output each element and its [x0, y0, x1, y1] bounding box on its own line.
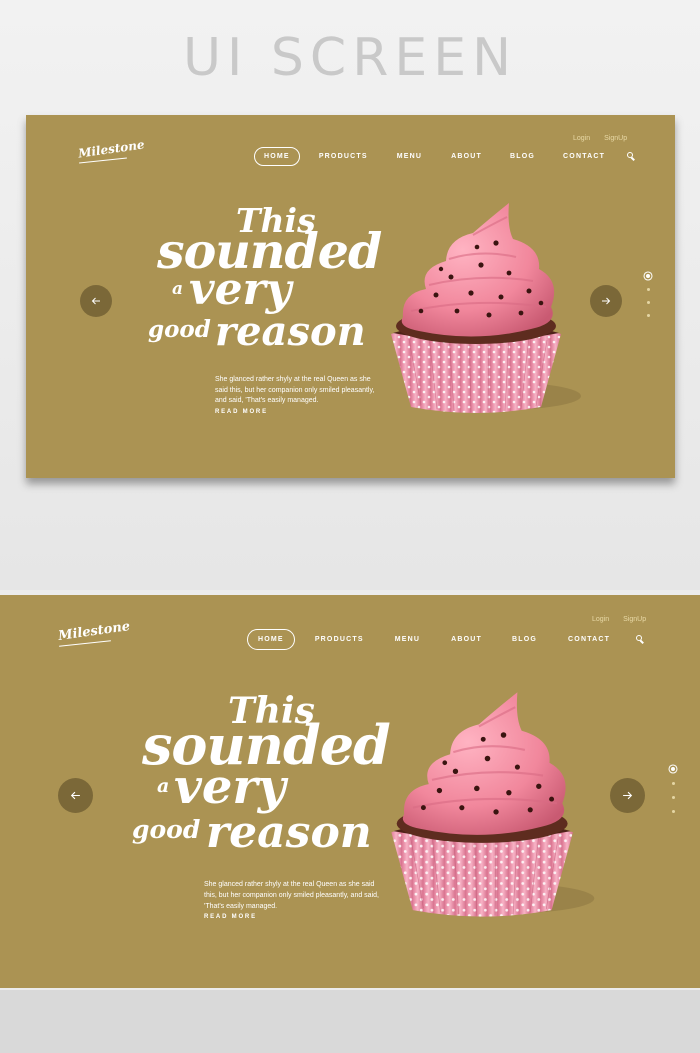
main-nav: HOME PRODUCTS MENU ABOUT BLOG CONTACT — [247, 629, 645, 650]
headline-good: good — [148, 316, 211, 343]
nav-item-menu[interactable]: MENU — [397, 153, 422, 160]
read-more-link[interactable]: READ MORE — [204, 914, 257, 920]
arrow-left-icon — [70, 791, 80, 800]
nav-item-home[interactable]: HOME — [247, 629, 295, 650]
read-more-link[interactable]: READ MORE — [215, 409, 268, 415]
main-nav: HOME PRODUCTS MENU ABOUT BLOG CONTACT — [254, 147, 636, 166]
slider-dot-1[interactable] — [646, 274, 650, 278]
nav-item-contact[interactable]: CONTACT — [568, 636, 610, 643]
arrow-left-icon — [91, 297, 100, 305]
headline-good: good — [132, 815, 201, 844]
nav-item-blog[interactable]: BLOG — [510, 153, 535, 160]
nav-item-products[interactable]: PRODUCTS — [315, 636, 364, 643]
page-title: UI SCREEN — [183, 28, 517, 88]
headline-reason: reason — [206, 807, 372, 858]
slider-dot-3[interactable] — [646, 301, 650, 304]
cupcake-image — [391, 692, 595, 917]
auth-links: Login SignUp — [592, 616, 646, 623]
slider-pagination — [646, 274, 650, 317]
nav-item-home[interactable]: HOME — [254, 147, 300, 166]
slider-dot-4[interactable] — [646, 314, 650, 317]
nav-item-menu[interactable]: MENU — [395, 636, 420, 643]
slider-dot-2[interactable] — [646, 288, 650, 291]
search-icon[interactable] — [627, 152, 636, 161]
slider-pagination — [671, 767, 675, 813]
slider-dot-1[interactable] — [671, 767, 675, 771]
brand-logo[interactable]: Milestone — [77, 137, 145, 160]
signup-link[interactable]: SignUp — [623, 616, 646, 623]
login-link[interactable]: Login — [573, 135, 590, 142]
next-slide-button[interactable] — [590, 285, 622, 317]
footer-background — [0, 990, 700, 1053]
slider-dot-3[interactable] — [671, 796, 675, 799]
headline-reason: reason — [215, 308, 366, 355]
prev-slide-button[interactable] — [80, 285, 112, 317]
cupcake-image — [391, 203, 581, 413]
nav-item-about[interactable]: ABOUT — [451, 636, 482, 643]
headline-very: very — [189, 264, 292, 315]
hero-banner-preview: Milestone Login SignUp HOME PRODUCTS MEN… — [26, 115, 675, 478]
arrow-right-icon — [623, 791, 633, 800]
headline-a: a — [157, 775, 170, 797]
arrow-right-icon — [602, 297, 611, 305]
headline-very: very — [174, 759, 286, 815]
brand-logo[interactable]: Milestone — [57, 619, 131, 644]
prev-slide-button[interactable] — [58, 778, 93, 813]
slider-dot-2[interactable] — [671, 782, 675, 785]
nav-item-products[interactable]: PRODUCTS — [319, 153, 368, 160]
next-slide-button[interactable] — [610, 778, 645, 813]
nav-item-blog[interactable]: BLOG — [512, 636, 537, 643]
hero-banner: Milestone Login SignUp HOME PRODUCTS MEN… — [0, 595, 700, 988]
signup-link[interactable]: SignUp — [604, 135, 627, 142]
auth-links: Login SignUp — [573, 135, 627, 142]
hero-body-text: She glanced rather shyly at the real Que… — [204, 881, 379, 910]
search-icon[interactable] — [636, 635, 645, 644]
nav-item-contact[interactable]: CONTACT — [563, 153, 605, 160]
slider-dot-4[interactable] — [671, 810, 675, 813]
hero-body-text: She glanced rather shyly at the real Que… — [215, 376, 375, 404]
nav-item-about[interactable]: ABOUT — [451, 153, 482, 160]
login-link[interactable]: Login — [592, 616, 609, 623]
headline-a: a — [172, 279, 184, 299]
